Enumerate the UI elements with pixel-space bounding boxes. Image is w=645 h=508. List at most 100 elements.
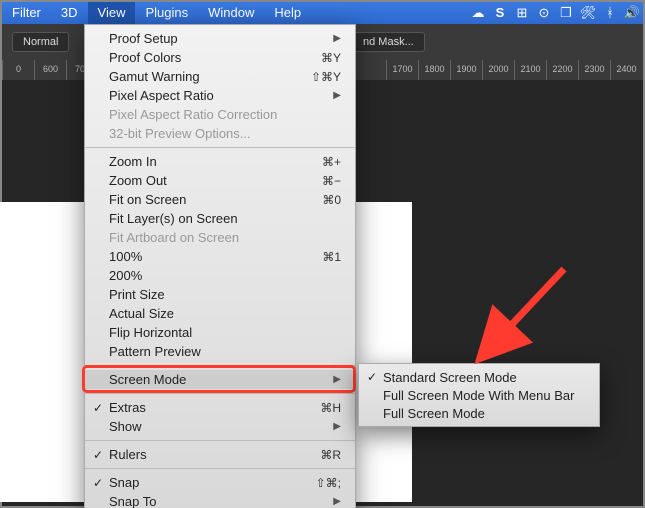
ruler-tick: 2000 bbox=[482, 60, 514, 80]
menu-3d[interactable]: 3D bbox=[51, 2, 88, 24]
menu-item-label: Pixel Aspect Ratio bbox=[109, 88, 333, 103]
shortcut-label: ⌘H bbox=[312, 401, 341, 415]
menu-window[interactable]: Window bbox=[198, 2, 264, 24]
menu-item-zoom-in[interactable]: Zoom In⌘+ bbox=[85, 152, 355, 171]
check-icon: ✓ bbox=[93, 448, 103, 462]
menu-item-label: Fit Layer(s) on Screen bbox=[109, 211, 341, 226]
menu-item-label: 100% bbox=[109, 249, 314, 264]
screen-mode-submenu: ✓ Standard Screen Mode Full Screen Mode Wi… bbox=[358, 363, 600, 427]
menu-item-200-[interactable]: 200% bbox=[85, 266, 355, 285]
menu-item-label: Screen Mode bbox=[109, 372, 333, 387]
menu-item-proof-setup[interactable]: Proof Setup▶ bbox=[85, 29, 355, 48]
submenu-arrow-icon: ▶ bbox=[333, 374, 341, 385]
submenu-item-standard-screen-mode[interactable]: ✓ Standard Screen Mode bbox=[359, 368, 599, 386]
play-circle-icon[interactable]: ⊙ bbox=[533, 2, 555, 24]
menu-item-extras[interactable]: ✓ Extras⌘H bbox=[85, 398, 355, 417]
menu-item-fit-layer-s-on-screen[interactable]: Fit Layer(s) on Screen bbox=[85, 209, 355, 228]
mask-button[interactable]: nd Mask... bbox=[352, 32, 425, 52]
ruler-tick: 1800 bbox=[418, 60, 450, 80]
bluetooth-icon[interactable]: ᚼ bbox=[599, 2, 621, 24]
menu-item-label: Flip Horizontal bbox=[109, 325, 341, 340]
shortcut-label: ⌘0 bbox=[314, 193, 341, 207]
s-icon[interactable]: S bbox=[489, 2, 511, 24]
ruler-tick: 1900 bbox=[450, 60, 482, 80]
menu-item-label: Proof Setup bbox=[109, 31, 333, 46]
menu-help[interactable]: Help bbox=[264, 2, 311, 24]
menu-item-rulers[interactable]: ✓ Rulers⌘R bbox=[85, 445, 355, 464]
menu-item-zoom-out[interactable]: Zoom Out⌘− bbox=[85, 171, 355, 190]
menu-item-label: Snap bbox=[109, 475, 308, 490]
menu-item-32-bit-preview-options-: 32-bit Preview Options... bbox=[85, 124, 355, 143]
submenu-arrow-icon: ▶ bbox=[333, 90, 341, 101]
menu-bar: Filter 3D View Plugins Window Help ☁ S ⊞… bbox=[2, 2, 643, 24]
menu-item-label: Snap To bbox=[109, 494, 333, 508]
shortcut-label: ⌘1 bbox=[314, 250, 341, 264]
menu-view[interactable]: View bbox=[88, 2, 136, 24]
menu-item-label: Rulers bbox=[109, 447, 312, 462]
ruler-tick: 2400 bbox=[610, 60, 642, 80]
submenu-item-full-screen-mode[interactable]: Full Screen Mode bbox=[359, 404, 599, 422]
volume-icon[interactable]: 🔊 bbox=[621, 2, 643, 24]
ruler-tick: 2200 bbox=[546, 60, 578, 80]
submenu-arrow-icon: ▶ bbox=[333, 33, 341, 44]
submenu-arrow-icon: ▶ bbox=[333, 496, 341, 507]
shortcut-label: ⌘+ bbox=[314, 155, 341, 169]
menu-item-fit-artboard-on-screen: Fit Artboard on Screen bbox=[85, 228, 355, 247]
menu-item-label: Zoom In bbox=[109, 154, 314, 169]
submenu-item-full-screen-mode-with-menu-bar[interactable]: Full Screen Mode With Menu Bar bbox=[359, 386, 599, 404]
shortcut-label: ⇧⌘Y bbox=[303, 70, 341, 84]
menu-item-label: Pattern Preview bbox=[109, 344, 341, 359]
view-menu-dropdown: Proof Setup▶Proof Colors⌘YGamut Warning⇧… bbox=[84, 24, 356, 508]
submenu-arrow-icon: ▶ bbox=[333, 421, 341, 432]
shortcut-label: ⌘R bbox=[312, 448, 341, 462]
shortcut-label: ⇧⌘; bbox=[308, 476, 341, 490]
shortcut-label: ⌘Y bbox=[313, 51, 341, 65]
menu-item-pattern-preview[interactable]: Pattern Preview bbox=[85, 342, 355, 361]
menu-item-100-[interactable]: 100%⌘1 bbox=[85, 247, 355, 266]
menu-item-label: Print Size bbox=[109, 287, 341, 302]
menu-item-snap-to[interactable]: Snap To▶ bbox=[85, 492, 355, 508]
menu-item-proof-colors[interactable]: Proof Colors⌘Y bbox=[85, 48, 355, 67]
menu-item-label: Pixel Aspect Ratio Correction bbox=[109, 107, 341, 122]
menu-item-fit-on-screen[interactable]: Fit on Screen⌘0 bbox=[85, 190, 355, 209]
menu-item-flip-horizontal[interactable]: Flip Horizontal bbox=[85, 323, 355, 342]
menu-item-print-size[interactable]: Print Size bbox=[85, 285, 355, 304]
ruler-tick: 2100 bbox=[514, 60, 546, 80]
blend-mode-dropdown[interactable]: Normal bbox=[12, 32, 69, 52]
app-frame: Filter 3D View Plugins Window Help ☁ S ⊞… bbox=[0, 0, 645, 508]
grid-icon[interactable]: ⊞ bbox=[511, 2, 533, 24]
menu-item-label: Zoom Out bbox=[109, 173, 314, 188]
tool-icon[interactable]: 🛠 bbox=[577, 2, 599, 24]
menu-item-snap[interactable]: ✓ Snap⇧⌘; bbox=[85, 473, 355, 492]
shortcut-label: ⌘− bbox=[314, 174, 341, 188]
menu-item-pixel-aspect-ratio[interactable]: Pixel Aspect Ratio▶ bbox=[85, 86, 355, 105]
menu-item-pixel-aspect-ratio-correction: Pixel Aspect Ratio Correction bbox=[85, 105, 355, 124]
menu-item-gamut-warning[interactable]: Gamut Warning⇧⌘Y bbox=[85, 67, 355, 86]
ruler-tick: 1700 bbox=[386, 60, 418, 80]
ruler-tick: 2300 bbox=[578, 60, 610, 80]
menu-item-label: Show bbox=[109, 419, 333, 434]
menu-item-screen-mode[interactable]: Screen Mode▶ bbox=[85, 370, 355, 389]
menu-item-label: Proof Colors bbox=[109, 50, 313, 65]
menu-item-label: Gamut Warning bbox=[109, 69, 303, 84]
menu-item-label: Fit on Screen bbox=[109, 192, 314, 207]
menu-item-label: Extras bbox=[109, 400, 312, 415]
menu-filter[interactable]: Filter bbox=[2, 2, 51, 24]
menu-item-actual-size[interactable]: Actual Size bbox=[85, 304, 355, 323]
windows-icon[interactable]: ❐ bbox=[555, 2, 577, 24]
ruler-tick bbox=[354, 60, 386, 80]
submenu-item-label: Standard Screen Mode bbox=[383, 370, 517, 385]
submenu-item-label: Full Screen Mode With Menu Bar bbox=[383, 388, 574, 403]
menu-plugins[interactable]: Plugins bbox=[135, 2, 198, 24]
menu-item-label: 32-bit Preview Options... bbox=[109, 126, 341, 141]
check-icon: ✓ bbox=[93, 401, 103, 415]
check-icon: ✓ bbox=[93, 476, 103, 490]
menu-item-label: Fit Artboard on Screen bbox=[109, 230, 341, 245]
menu-item-show[interactable]: Show▶ bbox=[85, 417, 355, 436]
menu-item-label: Actual Size bbox=[109, 306, 341, 321]
submenu-item-label: Full Screen Mode bbox=[383, 406, 485, 421]
ruler-tick: 0 bbox=[2, 60, 34, 80]
check-icon: ✓ bbox=[367, 370, 377, 384]
cloud-icon[interactable]: ☁ bbox=[467, 2, 489, 24]
ruler-tick: 600 bbox=[34, 60, 66, 80]
